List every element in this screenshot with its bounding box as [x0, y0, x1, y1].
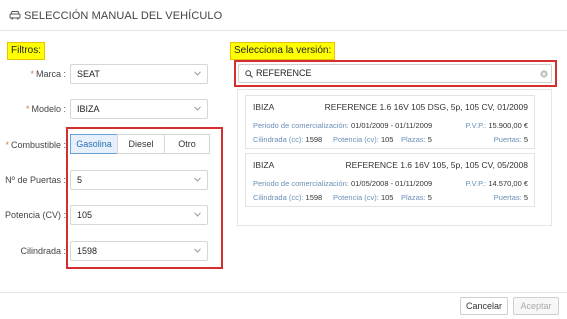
result-doors: Puertas: 5	[493, 135, 528, 144]
dialog-title: SELECCIÓN MANUAL DEL VEHÍCULO	[24, 10, 223, 22]
chevron-down-icon	[194, 71, 201, 76]
result-seats: Plazas: 5	[401, 193, 432, 202]
result-card[interactable]: IBIZA REFERENCE 1.6 16V 105, 5p, 105 CV,…	[245, 153, 535, 207]
result-period: Periodo de comercialización: 01/05/2008 …	[253, 179, 433, 188]
result-cc: Cilindrada (cc): 1598	[253, 193, 323, 202]
result-model: IBIZA	[253, 160, 275, 170]
result-doors: Puertas: 5	[493, 193, 528, 202]
chevron-down-icon	[194, 248, 201, 253]
result-period: Periodo de comercialización: 01/01/2009 …	[253, 121, 433, 130]
puertas-label: Nº de Puertas :	[5, 175, 66, 185]
result-pvp: P.V.P.: 15.900,00 €	[465, 121, 528, 130]
potencia-select[interactable]: 105	[70, 205, 208, 225]
result-card[interactable]: IBIZA REFERENCE 1.6 16V 105 DSG, 5p, 105…	[245, 95, 535, 149]
modelo-value: IBIZA	[77, 104, 100, 114]
filters-tag: Filtros:	[7, 42, 45, 60]
chevron-down-icon	[194, 212, 201, 217]
chevron-down-icon	[194, 177, 201, 182]
cilindrada-select[interactable]: 1598	[70, 241, 208, 261]
result-power: Potencia (cv): 105	[333, 193, 394, 202]
marca-value: SEAT	[77, 69, 100, 79]
result-version: REFERENCE 1.6 16V 105 DSG, 5p, 105 CV, 0…	[324, 102, 528, 112]
cancel-button[interactable]: Cancelar	[460, 297, 508, 315]
car-icon	[9, 11, 21, 20]
clear-icon[interactable]	[540, 70, 548, 78]
result-power: Potencia (cv): 105	[333, 135, 394, 144]
modelo-label: * Modelo :	[25, 104, 66, 114]
fuel-option-gasolina[interactable]: Gasolina	[70, 134, 118, 154]
chevron-down-icon	[194, 106, 201, 111]
accept-button[interactable]: Aceptar	[513, 297, 559, 315]
result-seats: Plazas: 5	[401, 135, 432, 144]
result-model: IBIZA	[253, 102, 275, 112]
marca-select[interactable]: SEAT	[70, 64, 208, 84]
fuel-option-diesel[interactable]: Diesel	[117, 134, 165, 154]
footer-divider	[0, 292, 567, 293]
modelo-select[interactable]: IBIZA	[70, 99, 208, 119]
result-cc: Cilindrada (cc): 1598	[253, 135, 323, 144]
result-pvp: P.V.P.: 14.570,00 €	[465, 179, 528, 188]
version-search-input[interactable]: REFERENCE	[238, 64, 552, 83]
result-version: REFERENCE 1.6 16V 105, 5p, 105 CV, 05/20…	[345, 160, 528, 170]
combustible-label: * Combustible :	[5, 140, 66, 150]
potencia-label: Potencia (CV) :	[4, 210, 66, 220]
search-icon	[245, 70, 253, 78]
combustible-segmented: Gasolina Diesel Otro	[70, 134, 210, 154]
search-value: REFERENCE	[256, 68, 312, 78]
puertas-value: 5	[77, 175, 83, 185]
version-tag: Selecciona la versión:	[230, 42, 336, 60]
marca-label: * Marca :	[30, 69, 66, 79]
fuel-option-otro[interactable]: Otro	[164, 134, 210, 154]
cilindrada-value: 1598	[77, 246, 98, 256]
cilindrada-label: Cilindrada :	[20, 246, 66, 256]
potencia-value: 105	[77, 210, 93, 220]
puertas-select[interactable]: 5	[70, 170, 208, 190]
